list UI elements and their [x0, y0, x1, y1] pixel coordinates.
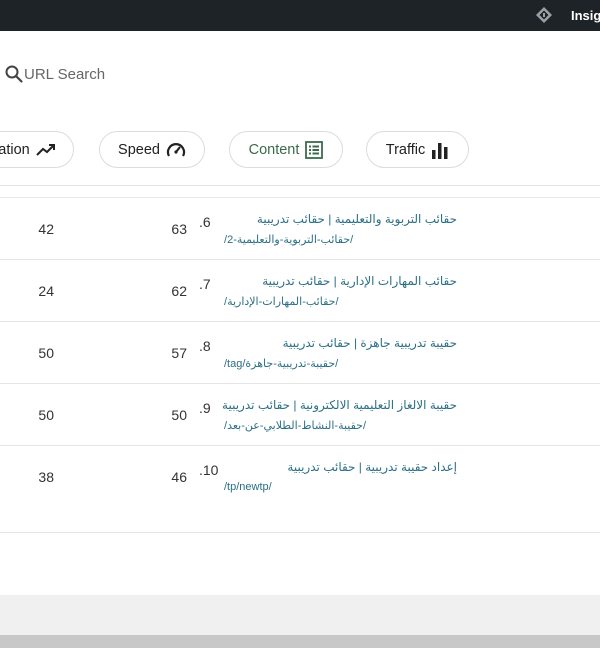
- row-rank: .7: [199, 276, 211, 292]
- tab-content[interactable]: Content: [229, 131, 343, 168]
- page-url-link[interactable]: /tag/حقيبة-تدريبية-جاهزة/: [224, 357, 338, 370]
- tab-label: Speed: [118, 141, 160, 158]
- page-url-link[interactable]: /حقائب-التربوية-والتعليمية-2/: [224, 233, 353, 246]
- cell-metric-1: 50: [38, 345, 54, 361]
- cell-metric-1: 42: [38, 221, 54, 237]
- cell-metric-1: 50: [38, 407, 54, 423]
- table-row: 38 46 .10 إعداد حقيبة تدريبية | حقائب تد…: [0, 446, 600, 508]
- cell-metric-2: 63: [171, 221, 187, 237]
- list-box-icon: [305, 140, 324, 159]
- brand-label[interactable]: Insig: [571, 8, 600, 23]
- gauge-icon: [166, 141, 186, 159]
- tab-optimization[interactable]: ation: [0, 131, 74, 168]
- footer-panel: [0, 595, 600, 635]
- table-bottom-border: [0, 532, 600, 533]
- diamond-logo-icon[interactable]: [535, 6, 553, 24]
- table-row: 50 50 .9 حقيبة الالغاز التعليمية الالكتر…: [0, 384, 600, 446]
- page-title-link[interactable]: إعداد حقيبة تدريبية | حقائب تدريبية: [287, 460, 457, 474]
- tab-label: ation: [0, 141, 30, 158]
- tab-speed[interactable]: Speed: [99, 131, 205, 168]
- cell-metric-2: 57: [171, 345, 187, 361]
- tab-label: Traffic: [385, 141, 426, 158]
- admin-top-bar: Insig: [0, 0, 600, 31]
- cell-metric-2: 46: [171, 469, 187, 485]
- row-rank: .9: [199, 400, 211, 416]
- page-url-link[interactable]: /حقيبة-النشاط-الطلابي-عن-بعد/: [224, 419, 366, 432]
- footer-bar: [0, 635, 600, 648]
- table-row: 24 62 .7 حقائب المهارات الإدارية | حقائب…: [0, 260, 600, 322]
- row-rank: .10: [199, 462, 219, 478]
- cell-metric-2: 50: [171, 407, 187, 423]
- divider: [0, 185, 600, 186]
- row-rank: .6: [199, 214, 211, 230]
- cell-metric-1: 24: [38, 283, 54, 299]
- page-url-link[interactable]: /tp/newtp/: [224, 481, 272, 493]
- row-rank: .8: [199, 338, 211, 354]
- search-icon: [5, 65, 23, 83]
- cell-metric-1: 38: [38, 469, 54, 485]
- bar-chart-icon: [431, 141, 449, 159]
- page-title-link[interactable]: حقيبة الالغاز التعليمية الالكترونية | حق…: [222, 398, 457, 412]
- page-title-link[interactable]: حقائب المهارات الإدارية | حقائب تدريبية: [262, 274, 457, 288]
- tab-traffic[interactable]: Traffic: [366, 131, 469, 168]
- search-input[interactable]: [24, 65, 224, 83]
- page-title-link[interactable]: حقائب التربوية والتعليمية | حقائب تدريبي…: [257, 212, 457, 226]
- table-row: 42 63 .6 حقائب التربوية والتعليمية | حقا…: [0, 198, 600, 260]
- url-search: [4, 63, 224, 85]
- cell-metric-2: 62: [171, 283, 187, 299]
- page-title-link[interactable]: حقيبة تدريبية جاهزة | حقائب تدريبية: [283, 336, 457, 350]
- trending-up-icon: [36, 143, 56, 157]
- tab-label: Content: [248, 141, 300, 158]
- page-url-link[interactable]: /حقائب-المهارات-الإدارية/: [224, 295, 339, 308]
- table-row: 50 57 .8 حقيبة تدريبية جاهزة | حقائب تدر…: [0, 322, 600, 384]
